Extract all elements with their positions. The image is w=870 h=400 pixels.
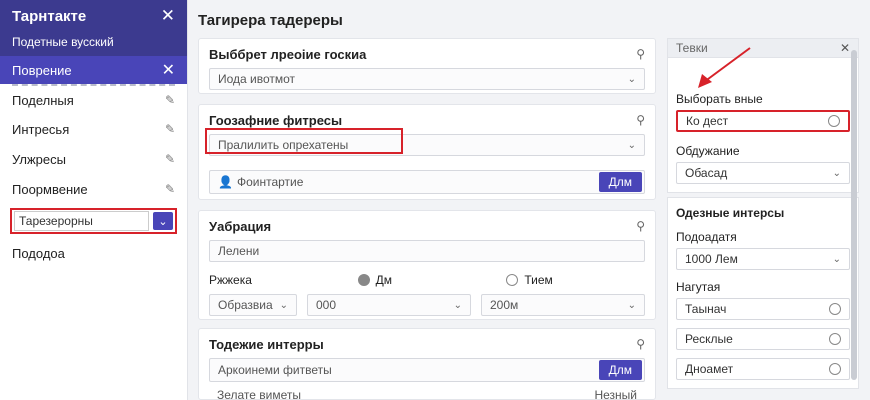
scrollbar[interactable] <box>851 50 857 380</box>
section-title: Одезные интерсы <box>676 206 785 220</box>
radio-icon[interactable] <box>506 274 519 286</box>
field-value: Таынач <box>685 302 727 316</box>
page-title: Тагирера тадереры <box>198 12 343 29</box>
panel-section: Одезные интерсы Подоадатя 1000 Лем ⌄ Нагу… <box>667 197 859 389</box>
sidebar-item-label: Поделныя <box>12 92 74 108</box>
card-3: Уабрация ⚲ Лелени Ржжека Дм Тием Образви… <box>198 210 656 320</box>
select-value: 000 <box>316 298 337 312</box>
sidebar-item-label: Поормвение <box>12 181 88 197</box>
text-input[interactable]: Аркоинеми фитветы Длм <box>209 358 645 382</box>
radio-icon[interactable] <box>357 274 370 286</box>
sidebar-input[interactable]: Тарезерорны <box>14 211 149 231</box>
select-value: Образвиа <box>218 298 273 312</box>
radio-field[interactable]: Таынач <box>676 298 850 320</box>
pin-icon[interactable]: ⚲ <box>636 47 645 61</box>
sidebar-item-label: Интресья <box>12 121 70 137</box>
field-label: Выборать вные <box>676 92 763 106</box>
card-label: Уабрация <box>209 219 272 234</box>
card-1: Выббрет лреоіие госкиа ⚲ Иода ивотмот ⌄ <box>198 38 656 94</box>
field-value: Обасад <box>685 166 728 180</box>
select-field[interactable]: 000 ⌄ <box>307 294 471 316</box>
select-field[interactable]: 1000 Лем ⌄ <box>676 248 850 270</box>
field-value: Дноамет <box>685 362 734 376</box>
sidebar-title: Тарнтакте <box>12 8 87 25</box>
sidebar-item[interactable]: Интресья ✎ <box>0 114 187 144</box>
radio-field[interactable]: Дноамет <box>676 358 850 380</box>
footer-text: Зелате виметы <box>217 388 302 400</box>
input-placeholder: Фоинтартие <box>236 175 304 189</box>
pencil-icon[interactable]: ✎ <box>165 152 175 166</box>
select-field[interactable]: 200м ⌄ <box>481 294 645 316</box>
annotation-arrow <box>698 47 751 88</box>
field-label: Обдужание <box>676 144 740 158</box>
field-value: 1000 Лем <box>685 252 738 266</box>
chevron-down-icon: ⌄ <box>627 299 636 311</box>
chevron-down-icon: ⌄ <box>453 299 462 311</box>
sidebar-item-label: Улжресы <box>12 151 66 167</box>
radio-icon[interactable] <box>829 303 841 315</box>
right-panel: Тевки ✕ Выборать вные Ко дест Обдужание … <box>667 38 859 400</box>
sidebar-item[interactable]: Улжресы ✎ <box>0 144 187 174</box>
chevron-down-icon[interactable]: ⌄ <box>153 212 173 230</box>
close-icon[interactable]: ✕ <box>840 41 850 55</box>
card-label: Выббрет лреоіие госкиа <box>209 47 367 62</box>
sidebar-item-label: Поврение <box>12 62 72 78</box>
select-value: Лелени <box>218 244 260 258</box>
radio-option[interactable]: Дм <box>357 272 497 288</box>
chevron-down-icon: ⌄ <box>627 73 636 85</box>
sidebar-item[interactable]: Поормвение ✎ <box>0 174 187 204</box>
chevron-down-icon: ⌄ <box>627 139 636 151</box>
highlight-box <box>205 128 403 154</box>
radio-option[interactable]: Тием <box>506 272 645 288</box>
radio-label: Тием <box>524 273 553 287</box>
field-value: Ко дест <box>686 114 729 128</box>
user-icon: 👤 <box>218 175 233 189</box>
chevron-down-icon: ⌄ <box>832 253 841 265</box>
highlight-box: Тарезерорны ⌄ <box>10 208 177 234</box>
close-icon[interactable]: ✕ <box>162 60 175 80</box>
text-input[interactable]: 👤 Фоинтартие Длм <box>209 170 645 194</box>
select-field[interactable]: Лелени <box>209 240 645 262</box>
footer-right[interactable]: Незный <box>594 388 637 400</box>
add-button[interactable]: Длм <box>598 172 642 192</box>
pencil-icon[interactable]: ✎ <box>165 122 175 136</box>
radio-icon[interactable] <box>828 115 840 127</box>
field-label: Нагутая <box>676 280 721 294</box>
card-label: Тодежие интерры <box>209 337 324 352</box>
radio-field[interactable]: Ресклые <box>676 328 850 350</box>
card-label: Гоозафние фитресы <box>209 113 343 128</box>
radio-icon[interactable] <box>829 333 841 345</box>
pin-icon[interactable]: ⚲ <box>636 219 645 233</box>
sidebar-item[interactable]: Поделныя ✎ <box>12 84 175 114</box>
card-footer: Зелате виметы Незный <box>209 388 645 400</box>
field-label: Ржжека <box>209 273 252 287</box>
radio-label: Дм <box>375 273 393 287</box>
field-value: Ресклые <box>685 332 733 346</box>
sidebar-header: Тарнтакте Подетные вусский ✕ <box>0 0 187 56</box>
select-value: 200м <box>490 298 519 312</box>
pin-icon[interactable]: ⚲ <box>636 113 645 127</box>
input-placeholder: Аркоинеми фитветы <box>218 363 332 377</box>
pin-icon[interactable]: ⚲ <box>636 337 645 351</box>
sidebar: Тарнтакте Подетные вусский ✕ Поврение ✕ … <box>0 0 188 400</box>
pencil-icon[interactable]: ✎ <box>165 182 175 196</box>
field-label: Подоадатя <box>676 230 737 244</box>
select-field[interactable]: Иода ивотмот ⌄ <box>209 68 645 90</box>
chevron-down-icon: ⌄ <box>832 167 841 179</box>
radio-icon[interactable] <box>829 363 841 375</box>
close-icon[interactable]: ✕ <box>161 6 175 26</box>
select-value: Иода ивотмот <box>218 72 296 86</box>
sidebar-item-label: Пододоа <box>12 245 65 261</box>
sidebar-item[interactable]: Пододоа <box>0 238 187 268</box>
add-button[interactable]: Длм <box>598 360 642 380</box>
card-4: Тодежие интерры ⚲ Аркоинеми фитветы Длм … <box>198 328 656 400</box>
select-field[interactable]: Образвиа ⌄ <box>209 294 297 316</box>
sidebar-subtitle: Подетные вусский <box>12 35 114 49</box>
pencil-icon[interactable]: ✎ <box>165 93 175 107</box>
select-field[interactable]: Обасад ⌄ <box>676 162 850 184</box>
radio-field[interactable]: Ко дест <box>676 110 850 132</box>
sidebar-item-active[interactable]: Поврение ✕ <box>0 56 187 84</box>
chevron-down-icon: ⌄ <box>279 299 288 311</box>
